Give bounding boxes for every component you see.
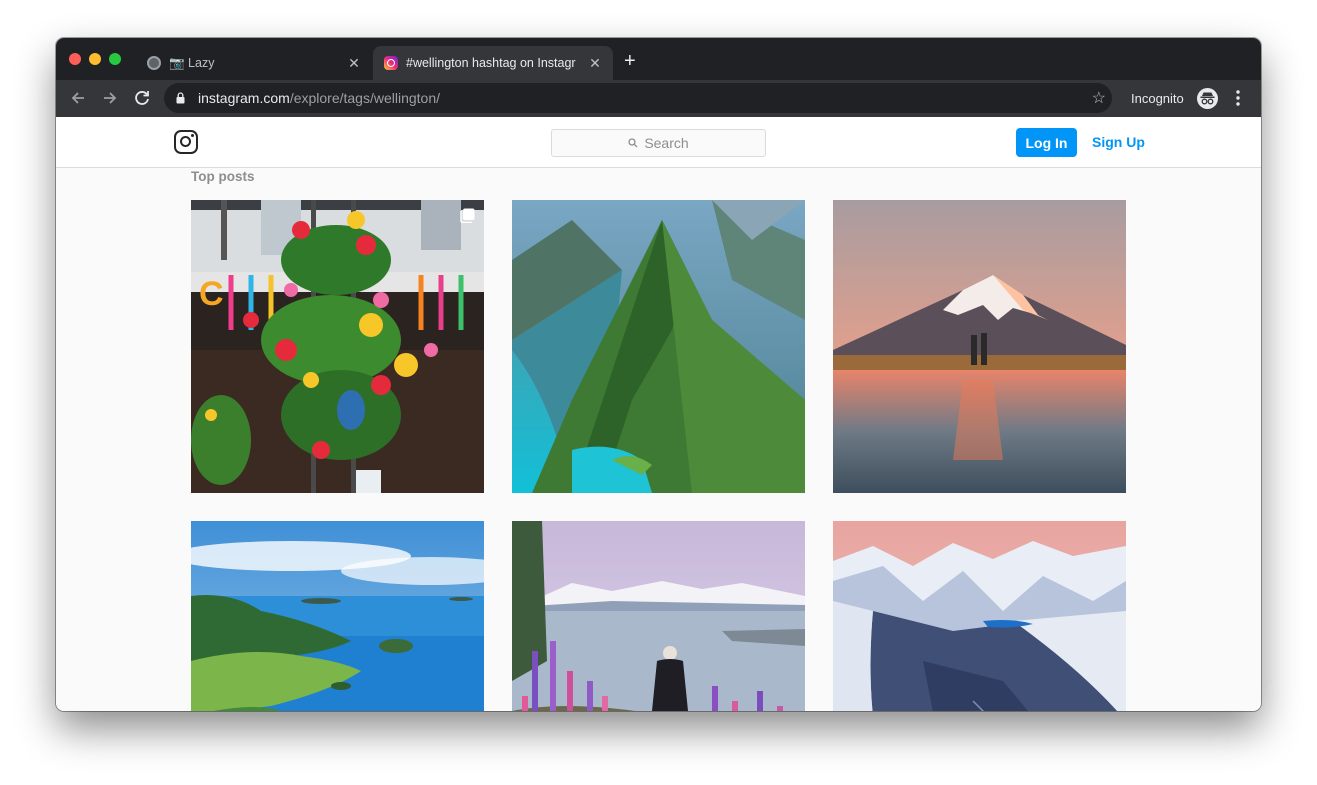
browser-toolbar: instagram.com/explore/tags/wellington/ ☆…	[56, 80, 1261, 117]
post-tile-flowers[interactable]: C	[191, 200, 484, 493]
post-tile-fjord[interactable]	[512, 200, 805, 493]
globe-icon	[147, 56, 161, 70]
post-image	[833, 200, 1126, 493]
login-button[interactable]: Log In	[1016, 128, 1077, 157]
svg-text:C: C	[199, 275, 224, 313]
url-text: instagram.com/explore/tags/wellington/	[198, 90, 440, 106]
multiple-images-icon	[460, 208, 475, 223]
post-tile-mountains[interactable]	[833, 521, 1126, 711]
back-arrow-icon[interactable]	[67, 87, 89, 109]
incognito-label: Incognito	[1131, 91, 1184, 106]
new-tab-button[interactable]: +	[624, 51, 636, 71]
post-image	[512, 521, 805, 711]
post-tile-coast[interactable]	[191, 521, 484, 711]
page-content: Search Log In Sign Up Top posts C	[56, 117, 1261, 711]
post-tile-lake[interactable]	[512, 521, 805, 711]
post-image	[512, 200, 805, 493]
instagram-icon	[384, 56, 398, 70]
url-domain: instagram.com	[198, 90, 290, 106]
reload-icon[interactable]	[131, 87, 153, 109]
tab-title: #wellington hashtag on Instagr	[406, 56, 576, 70]
post-image: C	[191, 200, 484, 493]
tab-title: 📷 Lazy	[169, 55, 215, 70]
maximize-window-button[interactable]	[109, 53, 121, 65]
tab-lazy[interactable]: 📷 Lazy ✕	[136, 46, 372, 80]
tab-wellington[interactable]: #wellington hashtag on Instagr ✕	[373, 46, 613, 80]
search-icon	[628, 138, 638, 148]
search-input[interactable]: Search	[551, 129, 766, 157]
close-icon[interactable]: ✕	[587, 55, 603, 72]
forward-arrow-icon[interactable]	[99, 87, 121, 109]
signup-link[interactable]: Sign Up	[1092, 134, 1145, 150]
close-window-button[interactable]	[69, 53, 81, 65]
address-bar[interactable]: instagram.com/explore/tags/wellington/ ☆	[164, 83, 1112, 113]
post-tile-volcano[interactable]	[833, 200, 1126, 493]
browser-window: 📷 Lazy ✕ #wellington hashtag on Instagr …	[56, 38, 1261, 711]
minimize-window-button[interactable]	[89, 53, 101, 65]
close-icon[interactable]: ✕	[346, 55, 362, 72]
instagram-header: Search Log In Sign Up	[56, 117, 1261, 168]
lock-icon	[176, 92, 185, 104]
post-image	[833, 521, 1126, 711]
section-title: Top posts	[191, 169, 255, 184]
more-menu-icon[interactable]	[1231, 88, 1245, 114]
post-image	[191, 521, 484, 711]
bookmark-star-icon[interactable]: ☆	[1092, 88, 1106, 108]
instagram-logo-icon[interactable]	[174, 130, 198, 154]
url-path: /explore/tags/wellington/	[289, 90, 441, 106]
search-placeholder: Search	[644, 135, 689, 151]
incognito-icon[interactable]	[1197, 88, 1218, 109]
tab-strip: 📷 Lazy ✕ #wellington hashtag on Instagr …	[56, 38, 1261, 80]
